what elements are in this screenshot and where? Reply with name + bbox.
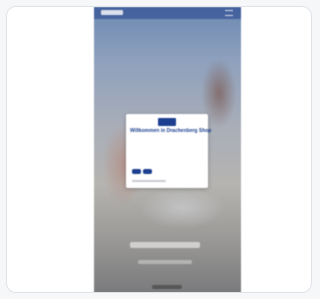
hero-heading-placeholder [130, 242, 200, 248]
yes-button[interactable] [143, 169, 152, 174]
modal-logo [158, 118, 176, 126]
cta-placeholder[interactable] [152, 285, 182, 289]
no-button[interactable] [132, 169, 141, 174]
modal-footnote [132, 180, 166, 182]
modal-title: Willkommen in Drachenberg Shop [130, 128, 212, 134]
mobile-screen-preview: Willkommen in Drachenberg Shop [94, 7, 241, 292]
welcome-modal: Willkommen in Drachenberg Shop [126, 114, 212, 188]
preview-card: Willkommen in Drachenberg Shop [6, 6, 312, 293]
modal-body-text [132, 138, 202, 155]
hero-subtext-placeholder [138, 260, 192, 264]
site-logo[interactable] [101, 10, 123, 15]
hamburger-menu-icon[interactable] [225, 10, 233, 16]
